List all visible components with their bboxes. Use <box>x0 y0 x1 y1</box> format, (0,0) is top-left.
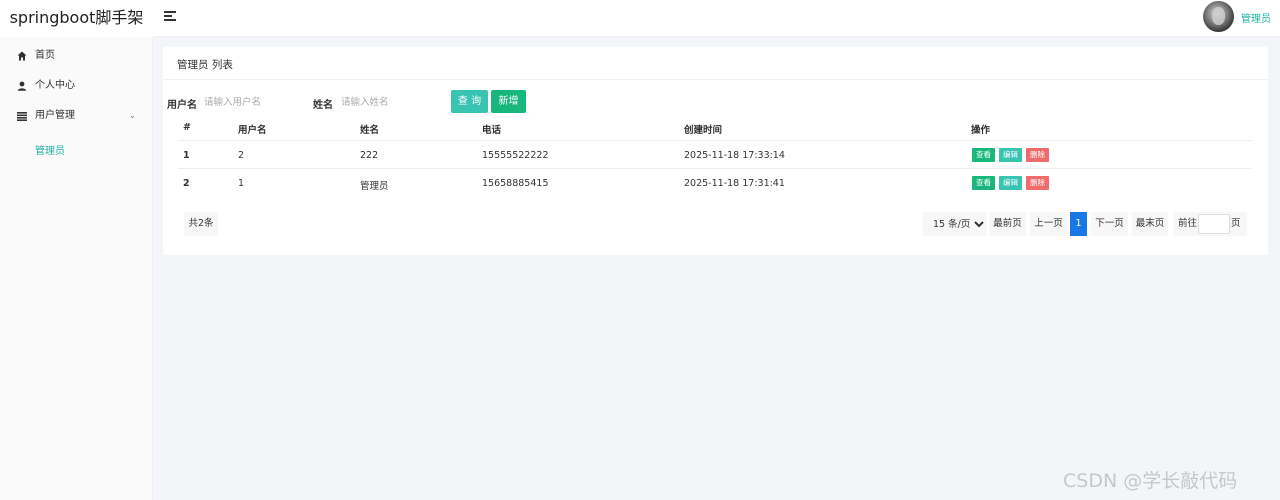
username-label: 用户名 <box>167 100 197 111</box>
divider <box>178 140 1252 141</box>
goto-prefix-label: 前往 <box>1178 218 1198 229</box>
user-icon <box>16 74 28 98</box>
home-icon <box>16 44 28 68</box>
view-button[interactable]: 查看 <box>972 176 995 190</box>
avatar[interactable] <box>1203 1 1234 32</box>
page-number-current[interactable]: 1 <box>1070 212 1087 236</box>
sidebar-item-label: 用户管理 <box>35 110 75 121</box>
sidebar-item-user-management[interactable]: 用户管理 ⌄ <box>0 104 153 128</box>
name-label: 姓名 <box>313 100 333 111</box>
menu-toggle-icon[interactable] <box>164 11 176 21</box>
column-header-phone: 电话 <box>482 125 502 136</box>
cell-username: 1 <box>238 178 245 189</box>
column-header-actions: 操作 <box>971 125 991 136</box>
cell-index: 2 <box>183 178 190 189</box>
top-header: springboot脚手架 管理员 <box>0 0 1280 37</box>
delete-button[interactable]: 删除 <box>1026 176 1049 190</box>
edit-button[interactable]: 编辑 <box>999 148 1022 162</box>
cell-username: 2 <box>238 150 245 161</box>
app-title: springboot脚手架 <box>0 0 153 37</box>
goto-suffix-label: 页 <box>1231 218 1241 229</box>
first-page-button[interactable]: 最前页 <box>989 212 1026 236</box>
column-header-index: # <box>183 122 191 133</box>
cell-name: 管理员 <box>360 181 389 192</box>
divider <box>178 168 1252 169</box>
divider <box>163 79 1268 80</box>
sidebar-item-profile[interactable]: 个人中心 <box>0 74 153 98</box>
page-size-select[interactable]: 15 条/页 <box>923 212 987 236</box>
delete-button[interactable]: 删除 <box>1026 148 1049 162</box>
column-header-created: 创建时间 <box>684 125 723 136</box>
user-name-link[interactable]: 管理员 <box>1241 10 1271 25</box>
sidebar-item-label: 个人中心 <box>35 80 75 91</box>
next-page-button[interactable]: 下一页 <box>1091 212 1128 236</box>
cell-index: 1 <box>183 150 190 161</box>
sidebar-item-label: 首页 <box>35 50 55 61</box>
sidebar: 首页 个人中心 用户管理 ⌄ 管理员 <box>0 37 153 500</box>
page-title: 管理员 列表 <box>177 59 233 71</box>
username-search-input[interactable] <box>197 91 309 113</box>
edit-button[interactable]: 编辑 <box>999 176 1022 190</box>
sidebar-subitem-admin[interactable]: 管理员 <box>35 142 65 157</box>
total-count: 共2条 <box>184 212 218 236</box>
chevron-down-icon: ⌄ <box>129 111 136 120</box>
pagination-bar <box>178 208 1248 240</box>
sidebar-item-home[interactable]: 首页 <box>0 44 153 68</box>
goto-page-input[interactable] <box>1198 214 1230 234</box>
cell-name: 222 <box>360 150 379 161</box>
last-page-button[interactable]: 最末页 <box>1132 212 1168 236</box>
column-header-username: 用户名 <box>238 125 267 136</box>
watermark: CSDN @学长敲代码 <box>1063 470 1238 492</box>
list-icon <box>16 104 28 128</box>
cell-created: 2025-11-18 17:31:41 <box>684 178 785 189</box>
cell-phone: 15658885415 <box>482 178 549 189</box>
cell-created: 2025-11-18 17:33:14 <box>684 150 785 161</box>
view-button[interactable]: 查看 <box>972 148 995 162</box>
query-button[interactable]: 查 询 <box>451 90 488 113</box>
prev-page-button[interactable]: 上一页 <box>1030 212 1067 236</box>
add-button[interactable]: 新增 <box>491 90 526 113</box>
cell-phone: 15555522222 <box>482 150 549 161</box>
column-header-name: 姓名 <box>360 125 380 136</box>
name-search-input[interactable] <box>334 91 448 113</box>
